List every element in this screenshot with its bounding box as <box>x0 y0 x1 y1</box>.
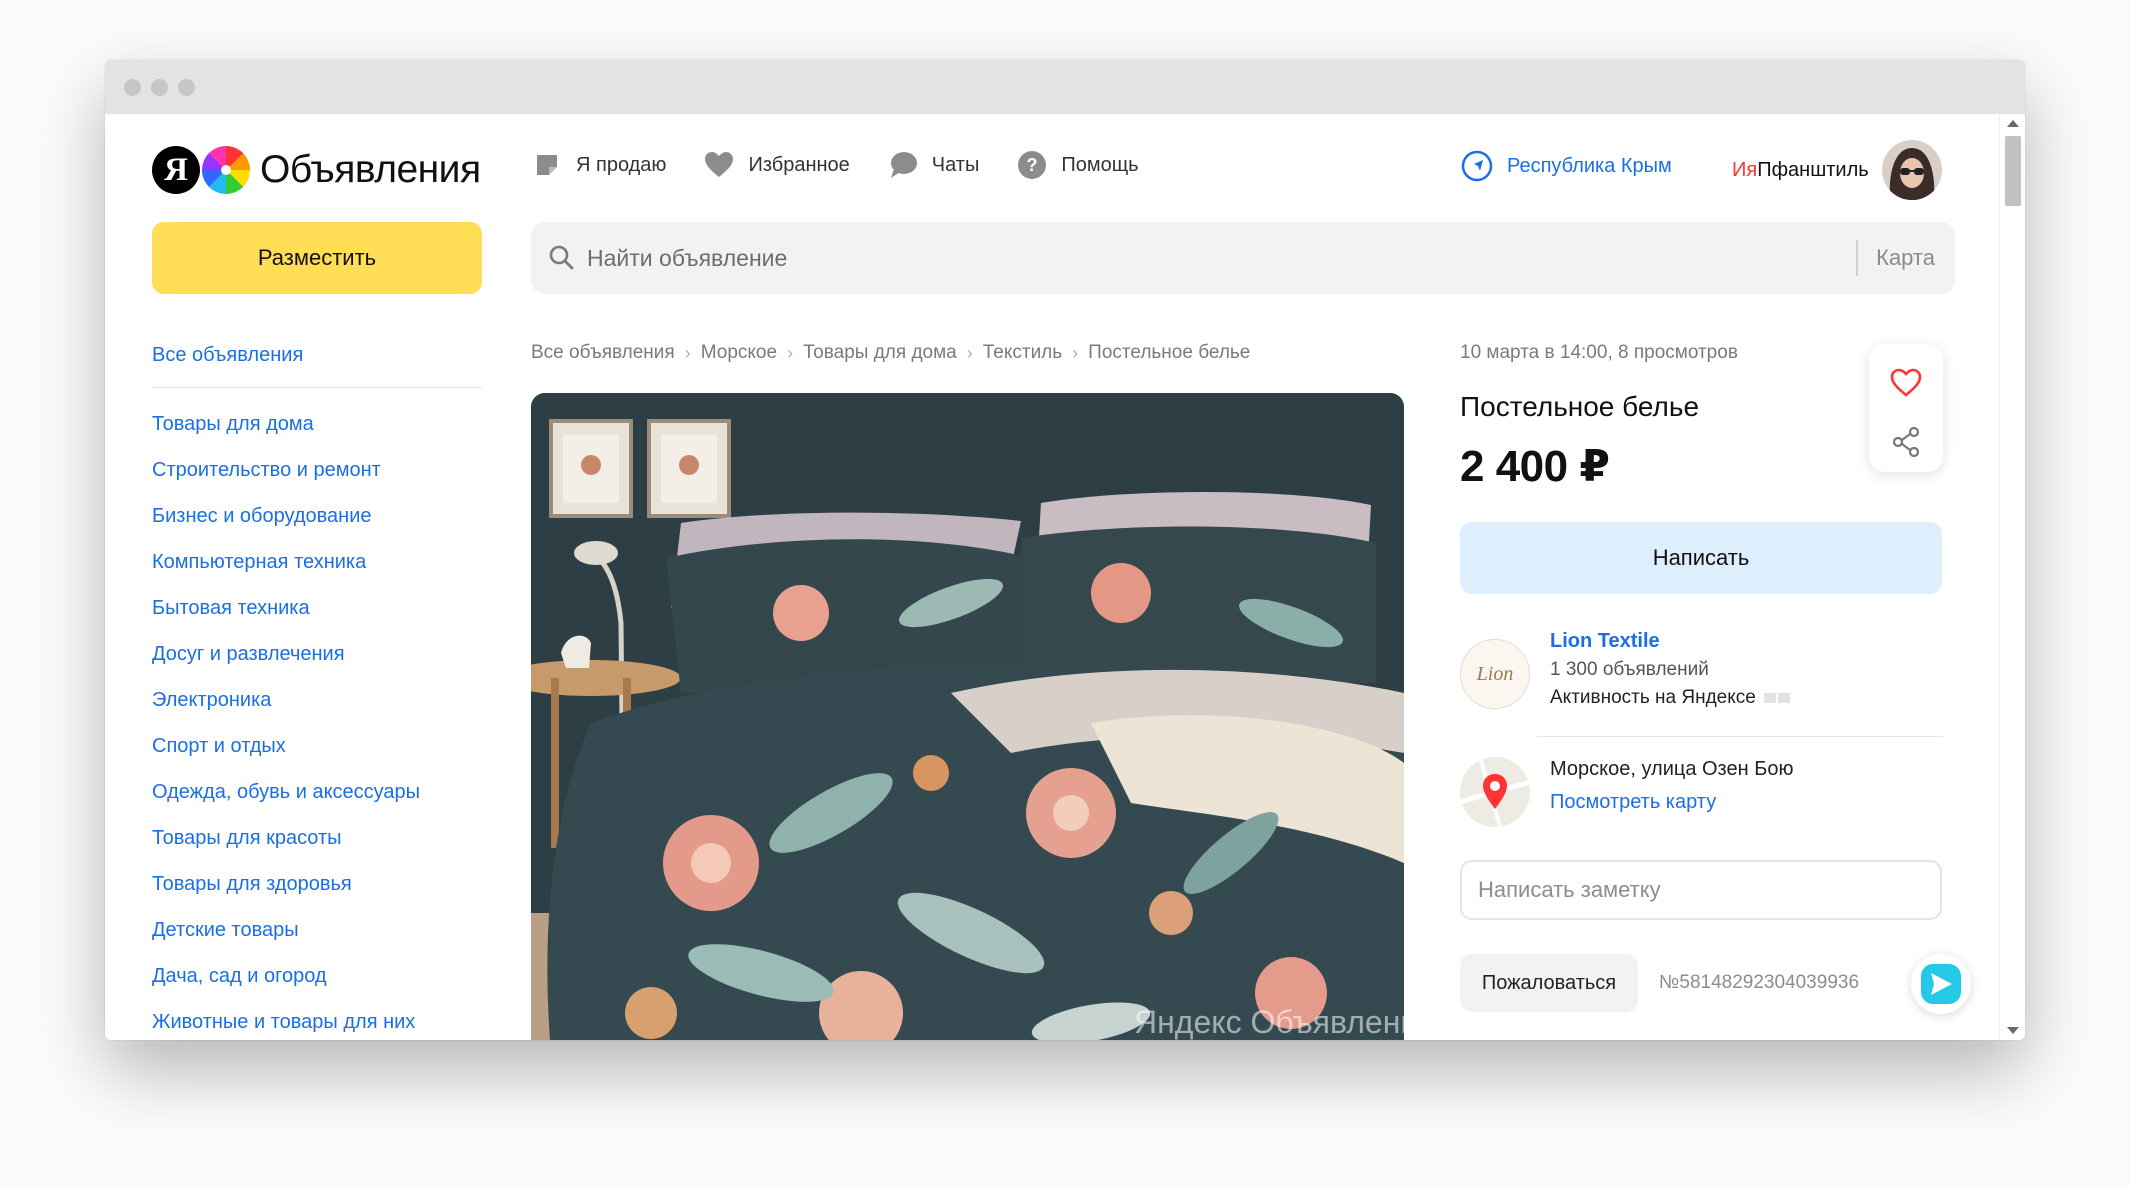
share-icon[interactable] <box>1891 426 1921 458</box>
scroll-up-icon[interactable] <box>2007 120 2019 127</box>
ad-number: №58148292304039936 <box>1659 972 1860 993</box>
seller-logo-text: Lion <box>1476 662 1514 685</box>
write-message-button[interactable]: Написать <box>1460 522 1942 594</box>
search-bar[interactable]: Найти объявление Карта <box>531 222 1955 294</box>
region-selector[interactable]: Республика Крым <box>1461 150 1672 182</box>
page-content: Я Объявления Я продаю Избранное Чаты ? П… <box>105 114 2025 1040</box>
seller-logo[interactable]: Lion <box>1460 639 1530 709</box>
sidebar-item-computers[interactable]: Компьютерная техника <box>152 547 482 593</box>
help-icon: ? <box>1017 150 1047 180</box>
page-scrollbar[interactable] <box>1999 114 2025 1040</box>
site-logo[interactable]: Я Объявления <box>152 142 481 198</box>
bedding-photo-illustration: Яндекс Объявления <box>531 393 1404 1040</box>
window-close-dot[interactable] <box>124 79 141 96</box>
sidebar-item-kids[interactable]: Детские товары <box>152 915 482 961</box>
seller-activity-label: Активность на Яндексе <box>1550 687 1756 708</box>
sidebar-item-leisure[interactable]: Досуг и развлечения <box>152 639 482 685</box>
chevron-right-icon: › <box>966 342 973 363</box>
chevron-right-icon: › <box>1072 342 1079 363</box>
heart-icon <box>704 150 734 180</box>
yandex-logo-icon: Я <box>152 146 200 194</box>
nav-label: Чаты <box>931 153 980 176</box>
user-last-name: Пфанштиль <box>1757 158 1869 181</box>
nav-help[interactable]: ? Помощь <box>1017 150 1139 180</box>
sidebar-item-garden[interactable]: Дача, сад и огород <box>152 961 482 1007</box>
user-first-name: Ия <box>1732 158 1758 181</box>
nav-label: Помощь <box>1061 153 1139 176</box>
logo-text: Объявления <box>260 148 481 191</box>
listing-price: 2 400 ₽ <box>1460 442 1610 491</box>
sidebar-item-all[interactable]: Все объявления <box>152 340 482 370</box>
avatar[interactable] <box>1881 140 1942 200</box>
nav-favorites[interactable]: Избранное <box>704 150 850 180</box>
breadcrumb-item[interactable]: Все объявления <box>531 342 675 364</box>
page-title: Постельное белье <box>1460 391 1700 422</box>
breadcrumb-item[interactable]: Морское <box>701 342 777 364</box>
sidebar-item-health[interactable]: Товары для здоровья <box>152 869 482 915</box>
sidebar-item-beauty[interactable]: Товары для красоты <box>152 823 482 869</box>
note-input[interactable]: Написать заметку <box>1460 860 1942 920</box>
action-card <box>1869 344 1943 472</box>
nav-label: Избранное <box>748 153 850 176</box>
chat-icon <box>888 150 918 180</box>
activity-bars-icon <box>1763 693 1792 703</box>
window-titlebar <box>105 60 2025 114</box>
sidebar-item-pets[interactable]: Животные и товары для них <box>152 1007 482 1040</box>
category-sidebar: Все объявления Товары для дома Строитель… <box>152 340 482 1040</box>
breadcrumb-item[interactable]: Текстиль <box>983 342 1062 364</box>
sidebar-divider <box>152 387 482 388</box>
sidebar-item-clothing[interactable]: Одежда, обувь и аксессуары <box>152 777 482 823</box>
seller-name-link[interactable]: Lion Textile <box>1550 630 1660 653</box>
sidebar-item-home-goods[interactable]: Товары для дома <box>152 409 482 455</box>
listing-photo[interactable]: Яндекс Объявления <box>531 393 1404 1040</box>
messenger-button[interactable] <box>1911 954 1971 1014</box>
seller-ads-count: 1 300 объявлений <box>1550 659 1709 680</box>
seller-activity: Активность на Яндексе <box>1550 687 1792 709</box>
sidebar-item-business[interactable]: Бизнес и оборудование <box>152 501 482 547</box>
breadcrumb-item[interactable]: Товары для дома <box>803 342 957 364</box>
sidebar-item-sport[interactable]: Спорт и отдых <box>152 731 482 777</box>
color-wheel-icon <box>202 146 250 194</box>
browser-window: Я Объявления Я продаю Избранное Чаты ? П… <box>105 60 2025 1040</box>
breadcrumb: Все объявления › Морское › Товары для до… <box>531 342 1250 364</box>
map-button[interactable]: Карта <box>1858 245 1955 271</box>
breadcrumb-item[interactable]: Постельное белье <box>1088 342 1250 364</box>
top-nav: Я продаю Избранное Чаты ? Помощь <box>532 150 1177 180</box>
seller-divider <box>1537 736 1943 737</box>
region-label: Республика Крым <box>1507 154 1672 177</box>
heart-outline-icon[interactable] <box>1890 368 1922 398</box>
post-ad-button[interactable]: Разместить <box>152 222 482 294</box>
nav-my-sales[interactable]: Я продаю <box>532 150 666 180</box>
messenger-icon <box>1921 964 1961 1004</box>
location-arrow-icon <box>1461 150 1493 182</box>
complain-button[interactable]: Пожаловаться <box>1460 954 1638 1012</box>
sticker-icon <box>532 150 562 180</box>
sidebar-item-construction[interactable]: Строительство и ремонт <box>152 455 482 501</box>
listing-date-views: 10 марта в 14:00, 8 просмотров <box>1460 342 1738 363</box>
photo-watermark: Яндекс Объявления <box>1134 1004 1404 1040</box>
scroll-down-icon[interactable] <box>2007 1027 2019 1034</box>
listing-address: Морское, улица Озен Бою <box>1550 758 1794 780</box>
search-input[interactable]: Найти объявление <box>587 245 1856 272</box>
nav-chats[interactable]: Чаты <box>888 150 980 180</box>
svg-text:?: ? <box>1027 155 1038 175</box>
user-menu[interactable]: Ия Пфанштиль <box>1732 140 1942 200</box>
scroll-thumb[interactable] <box>2005 136 2021 206</box>
map-pin-icon[interactable] <box>1460 757 1530 827</box>
window-maximize-dot[interactable] <box>178 79 195 96</box>
view-map-link[interactable]: Посмотреть карту <box>1550 791 1716 814</box>
sidebar-item-appliances[interactable]: Бытовая техника <box>152 593 482 639</box>
chevron-right-icon: › <box>787 342 794 363</box>
search-icon <box>547 243 577 273</box>
chevron-right-icon: › <box>684 342 691 363</box>
nav-label: Я продаю <box>576 153 667 176</box>
sidebar-item-electronics[interactable]: Электроника <box>152 685 482 731</box>
window-minimize-dot[interactable] <box>151 79 168 96</box>
